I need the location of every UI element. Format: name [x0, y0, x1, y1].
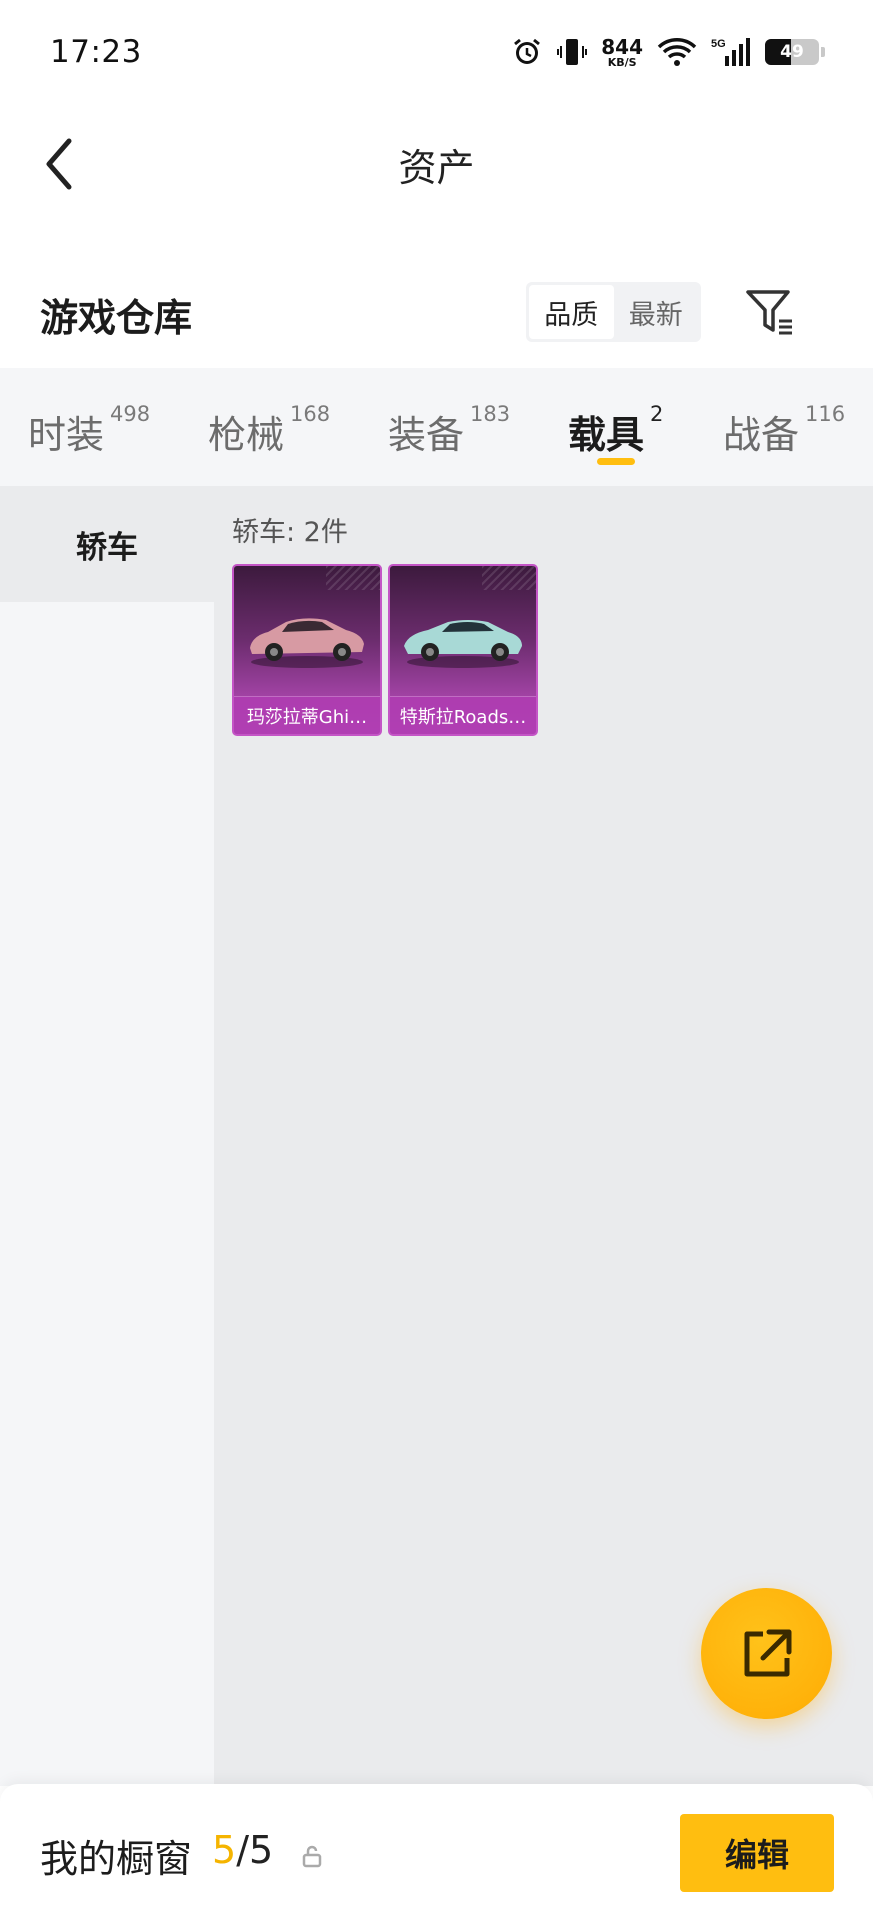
- share-external-icon: [744, 1629, 791, 1676]
- tab-fashion[interactable]: 时装 498: [28, 402, 150, 459]
- item-card-maserati[interactable]: 玛莎拉蒂Ghi…: [232, 564, 382, 736]
- back-arrow-icon: [46, 138, 72, 190]
- tab-equipment[interactable]: 装备 183: [388, 402, 510, 459]
- edit-button[interactable]: 编辑: [680, 1814, 834, 1892]
- showcase-bar: 我的橱窗 5/5 编辑: [0, 1784, 873, 1920]
- showcase-count: 5/5: [212, 1828, 274, 1872]
- back-button[interactable]: [30, 134, 90, 194]
- cellular-signal-icon: 5G: [711, 36, 751, 68]
- top-nav: 资产: [0, 104, 873, 224]
- car-icon: [404, 620, 522, 668]
- item-name: 特斯拉Roads…: [399, 706, 527, 728]
- showcase-label: 我的橱窗: [40, 1837, 193, 1881]
- tab-guns[interactable]: 枪械 168: [208, 402, 330, 459]
- item-name-bar: 特斯拉Roads…: [390, 696, 536, 734]
- tab-supplies[interactable]: 战备 116: [723, 402, 845, 459]
- filter-icon: [746, 290, 792, 335]
- sort-quality-option[interactable]: 品质: [529, 285, 614, 339]
- filter-button[interactable]: [742, 284, 798, 340]
- vibrate-icon: [557, 36, 588, 68]
- category-tabs: 时装 498 枪械 168 装备 183 载具 2 战备 116: [0, 368, 873, 486]
- wifi-icon: [657, 37, 697, 67]
- net-speed: 844 KB/S: [601, 34, 643, 69]
- active-tab-indicator: [597, 458, 635, 465]
- car-icon: [250, 618, 364, 668]
- card-stripe: [326, 566, 380, 590]
- item-name: 玛莎拉蒂Ghi…: [246, 706, 368, 728]
- alarm-icon: [511, 36, 543, 68]
- section-label: 轿车: 2件: [232, 517, 348, 548]
- warehouse-title: 游戏仓库: [40, 295, 193, 340]
- status-icons: 844 KB/S 5G 49: [511, 36, 825, 68]
- lock-icon: [302, 1845, 322, 1868]
- status-bar: 17:23 844 KB/S 5G 49: [0, 0, 873, 104]
- warehouse-header: 游戏仓库 品质 最新: [0, 268, 873, 360]
- item-name-bar: 玛莎拉蒂Ghi…: [234, 696, 380, 734]
- battery-tip: [821, 47, 825, 57]
- card-stripe: [482, 566, 536, 590]
- subcategory-sidebar: 轿车: [0, 486, 214, 1786]
- sidebar-item-sedan[interactable]: 轿车: [0, 486, 214, 602]
- sort-newest-option[interactable]: 最新: [614, 285, 699, 339]
- svg-text:5G: 5G: [711, 38, 726, 50]
- content-area: 轿车 轿车: 2件 玛莎拉蒂Ghi… 特斯拉Roads…: [0, 486, 873, 1786]
- tab-vehicles[interactable]: 载具 2: [568, 402, 663, 459]
- item-card-tesla[interactable]: 特斯拉Roads…: [388, 564, 538, 736]
- share-fab[interactable]: [701, 1588, 832, 1719]
- sort-toggle: 品质 最新: [526, 282, 701, 342]
- battery-icon: 49: [765, 39, 819, 65]
- page-title: 资产: [398, 145, 475, 190]
- status-time: 17:23: [50, 34, 142, 70]
